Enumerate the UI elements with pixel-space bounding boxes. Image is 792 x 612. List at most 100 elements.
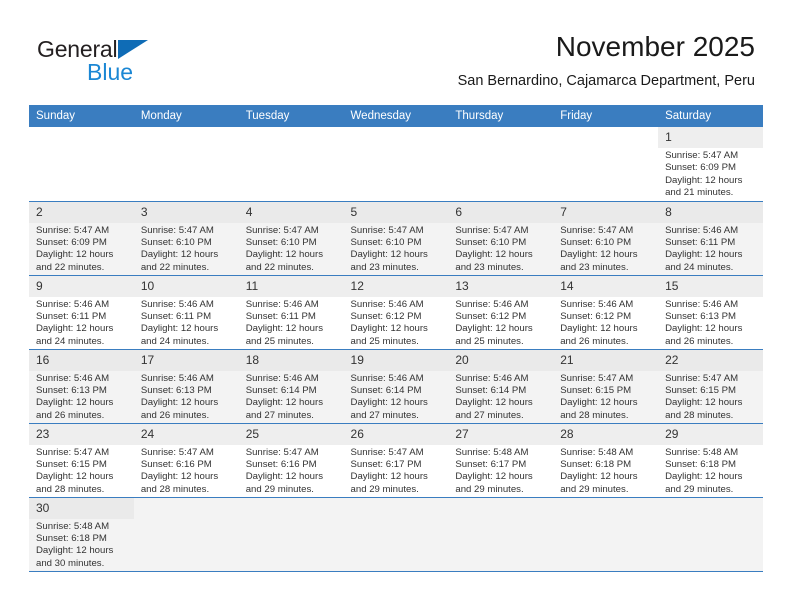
calendar-day-cell[interactable]: 14 Sunrise: 5:46 AM Sunset: 6:12 PM Dayli… [553,275,659,350]
day-sun-info [553,148,658,150]
day-number: 1 [658,127,763,148]
day-number [239,127,344,148]
day-sun-info: Sunrise: 5:47 AM Sunset: 6:15 PM Dayligh… [665,372,743,421]
day-sun-info: Sunrise: 5:47 AM Sunset: 6:10 PM Dayligh… [350,224,428,273]
generalblue-logo[interactable]: General Blue [37,36,237,88]
day-sun-info: Sunrise: 5:47 AM Sunset: 6:16 PM Dayligh… [245,446,324,495]
calendar-day-cell[interactable]: 27 Sunrise: 5:48 AM Sunset: 6:17 PM Dayli… [448,423,554,498]
calendar-empty-cell [448,497,554,572]
calendar-day-cell[interactable]: 16 Sunrise: 5:46 AM Sunset: 6:13 PM Dayli… [29,349,134,424]
calendar-day-cell[interactable]: 8 Sunrise: 5:46 AM Sunset: 6:11 PM Daylig… [658,201,763,276]
logo-triangle-icon [118,40,148,59]
calendar-day-cell[interactable]: 11 Sunrise: 5:46 AM Sunset: 6:11 PM Dayli… [238,275,344,350]
calendar-day-cell[interactable]: 5 Sunrise: 5:47 AM Sunset: 6:10 PM Daylig… [343,201,449,276]
calendar-empty-cell [133,127,239,202]
day-number [344,498,449,519]
calendar-page: General Blue November 2025 San Bernardin… [0,0,792,612]
calendar-day-cell[interactable]: 29 Sunrise: 5:48 AM Sunset: 6:18 PM Dayli… [658,423,763,498]
page-subtitle: San Bernardino, Cajamarca Department, Pe… [457,73,755,89]
calendar-day-cell[interactable]: 24 Sunrise: 5:47 AM Sunset: 6:16 PM Dayli… [133,423,239,498]
calendar-day-cell[interactable]: 17 Sunrise: 5:46 AM Sunset: 6:13 PM Dayli… [133,349,239,424]
calendar-day-cell[interactable]: 9 Sunrise: 5:46 AM Sunset: 6:11 PM Daylig… [29,275,134,350]
day-sun-info: Sunrise: 5:46 AM Sunset: 6:14 PM Dayligh… [350,372,428,421]
day-sun-info [344,148,449,150]
weekday-header-sunday: Sunday [29,105,134,127]
day-number: 2 [29,201,134,223]
title-block: November 2025 San Bernardino, Cajamarca … [458,30,755,92]
weekday-header-saturday: Saturday [658,105,763,127]
day-number: 25 [238,423,344,445]
day-number: 28 [553,423,659,445]
calendar-day-cell[interactable]: 13 Sunrise: 5:46 AM Sunset: 6:12 PM Dayli… [448,275,554,350]
calendar-empty-cell [448,127,554,202]
calendar-day-cell[interactable]: 10 Sunrise: 5:46 AM Sunset: 6:11 PM Dayli… [133,275,239,350]
day-sun-info: Sunrise: 5:48 AM Sunset: 6:18 PM Dayligh… [665,446,743,495]
day-number: 17 [133,349,239,371]
calendar-day-cell[interactable]: 25 Sunrise: 5:47 AM Sunset: 6:16 PM Dayli… [238,423,344,498]
day-sun-info: Sunrise: 5:46 AM Sunset: 6:12 PM Dayligh… [560,298,638,347]
day-number: 4 [238,201,344,223]
day-number: 5 [343,201,449,223]
day-sun-info [344,519,449,521]
day-number: 9 [29,275,134,297]
calendar-day-cell[interactable]: 7 Sunrise: 5:47 AM Sunset: 6:10 PM Daylig… [553,201,659,276]
calendar-day-cell[interactable]: 18 Sunrise: 5:46 AM Sunset: 6:14 PM Dayli… [238,349,344,424]
calendar-week-row: 30 Sunrise: 5:48 AM Sunset: 6:18 PM Dayli… [29,497,763,572]
calendar-body: 1 Sunrise: 5:47 AM Sunset: 6:09 PM Daylig… [29,127,763,572]
weekday-header-friday: Friday [553,105,659,127]
day-sun-info: Sunrise: 5:46 AM Sunset: 6:11 PM Dayligh… [245,298,324,347]
day-number [448,498,553,519]
day-number [29,127,134,148]
calendar-day-cell[interactable]: 26 Sunrise: 5:47 AM Sunset: 6:17 PM Dayli… [343,423,449,498]
day-sun-info: Sunrise: 5:47 AM Sunset: 6:17 PM Dayligh… [350,446,428,495]
day-number [553,127,658,148]
calendar-empty-cell [343,497,449,572]
calendar-week-row: 2 Sunrise: 5:47 AM Sunset: 6:09 PM Daylig… [29,201,763,276]
calendar-day-cell[interactable]: 2 Sunrise: 5:47 AM Sunset: 6:09 PM Daylig… [29,201,134,276]
calendar-table: Sunday Monday Tuesday Wednesday Thursday… [29,105,763,572]
day-sun-info: Sunrise: 5:47 AM Sunset: 6:09 PM Dayligh… [665,150,743,199]
calendar-grid: Sunday Monday Tuesday Wednesday Thursday… [29,105,763,572]
calendar-day-cell[interactable]: 20 Sunrise: 5:46 AM Sunset: 6:14 PM Dayli… [448,349,554,424]
day-number: 18 [238,349,344,371]
day-sun-info: Sunrise: 5:46 AM Sunset: 6:12 PM Dayligh… [455,298,533,347]
day-number: 23 [29,423,134,445]
day-sun-info [239,148,344,150]
calendar-day-cell[interactable]: 21 Sunrise: 5:47 AM Sunset: 6:15 PM Dayli… [553,349,659,424]
weekday-header-tuesday: Tuesday [238,105,344,127]
calendar-day-cell[interactable]: 28 Sunrise: 5:48 AM Sunset: 6:18 PM Dayli… [553,423,659,498]
calendar-day-cell[interactable]: 15 Sunrise: 5:46 AM Sunset: 6:13 PM Dayli… [658,275,763,350]
calendar-week-row: 9 Sunrise: 5:46 AM Sunset: 6:11 PM Daylig… [29,275,763,350]
calendar-day-cell[interactable]: 23 Sunrise: 5:47 AM Sunset: 6:15 PM Dayli… [29,423,134,498]
day-sun-info [29,148,134,150]
calendar-day-cell[interactable]: 30 Sunrise: 5:48 AM Sunset: 6:18 PM Dayli… [29,497,134,572]
calendar-day-cell[interactable]: 12 Sunrise: 5:46 AM Sunset: 6:12 PM Dayli… [343,275,449,350]
day-sun-info: Sunrise: 5:47 AM Sunset: 6:10 PM Dayligh… [245,224,324,273]
day-sun-info [448,519,553,521]
calendar-day-cell[interactable]: 3 Sunrise: 5:47 AM Sunset: 6:10 PM Daylig… [133,201,239,276]
calendar-day-cell[interactable]: 22 Sunrise: 5:47 AM Sunset: 6:15 PM Dayli… [658,349,763,424]
day-number [448,127,553,148]
weekday-header-wednesday: Wednesday [343,105,449,127]
day-number: 21 [553,349,659,371]
day-number [658,498,763,519]
day-sun-info [553,519,658,521]
day-number: 10 [133,275,239,297]
day-sun-info: Sunrise: 5:48 AM Sunset: 6:17 PM Dayligh… [455,446,533,495]
day-sun-info: Sunrise: 5:47 AM Sunset: 6:10 PM Dayligh… [455,224,533,273]
calendar-day-cell[interactable]: 6 Sunrise: 5:47 AM Sunset: 6:10 PM Daylig… [448,201,554,276]
calendar-day-cell[interactable]: 1 Sunrise: 5:47 AM Sunset: 6:09 PM Daylig… [658,127,763,202]
calendar-week-row: 23 Sunrise: 5:47 AM Sunset: 6:15 PM Dayli… [29,423,763,498]
day-number [553,498,658,519]
calendar-empty-cell [553,127,659,202]
day-sun-info: Sunrise: 5:46 AM Sunset: 6:14 PM Dayligh… [245,372,324,421]
day-number [344,127,449,148]
calendar-day-cell[interactable]: 19 Sunrise: 5:46 AM Sunset: 6:14 PM Dayli… [343,349,449,424]
calendar-empty-cell [238,127,344,202]
day-number: 15 [658,275,763,297]
day-sun-info: Sunrise: 5:47 AM Sunset: 6:15 PM Dayligh… [560,372,638,421]
weekday-header-monday: Monday [133,105,239,127]
day-number: 16 [29,349,134,371]
calendar-day-cell[interactable]: 4 Sunrise: 5:47 AM Sunset: 6:10 PM Daylig… [238,201,344,276]
page-title: November 2025 [555,31,755,62]
